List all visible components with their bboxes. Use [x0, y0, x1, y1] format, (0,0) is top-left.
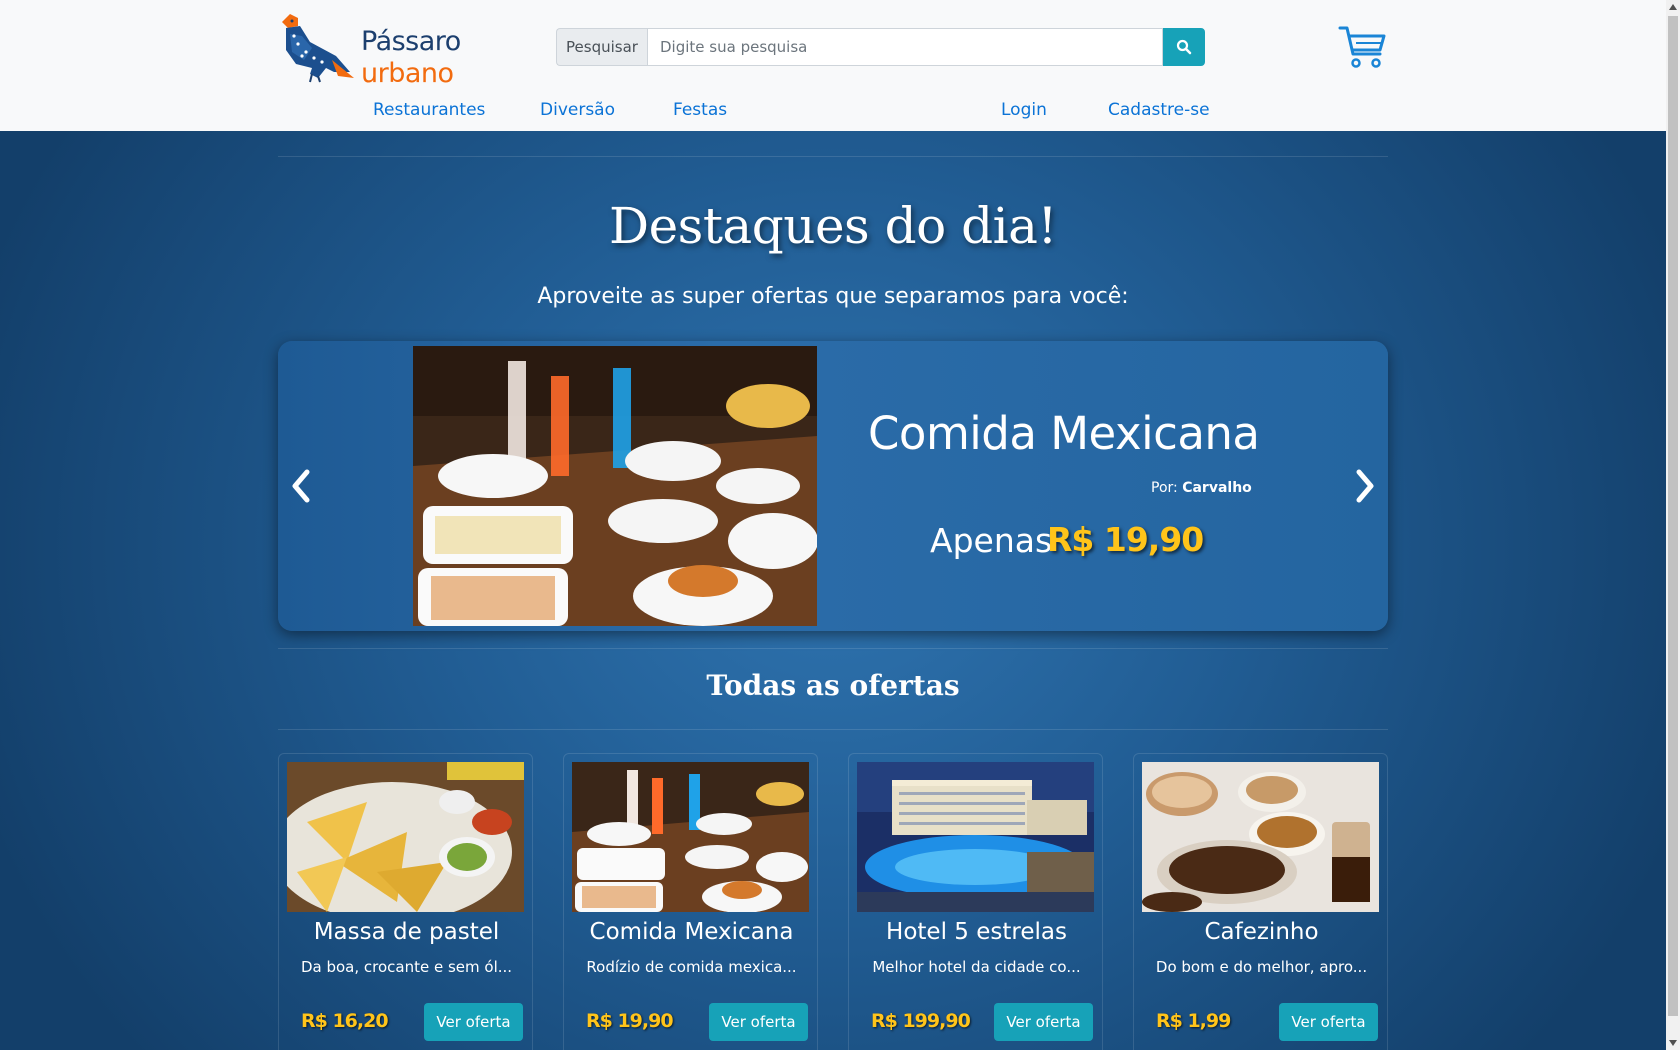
- offer-title: Comida Mexicana: [589, 919, 794, 945]
- offer-image[interactable]: [1142, 762, 1379, 912]
- search-label: Pesquisar: [556, 28, 647, 66]
- nav-festas[interactable]: Festas: [673, 100, 727, 120]
- carousel-author: Por: Carvalho: [1151, 480, 1252, 496]
- brand-logo[interactable]: Pássaro urbano: [276, 12, 476, 89]
- nav-cadastro[interactable]: Cadastre-se: [1108, 100, 1210, 120]
- header: Pássaro urbano Pesquisar Restaurantes Di…: [0, 0, 1666, 131]
- offer-image[interactable]: [287, 762, 524, 912]
- carousel-author-label: Por:: [1151, 480, 1178, 496]
- offer-title: Massa de pastel: [313, 919, 500, 945]
- brand-name-line1: Pássaro: [361, 26, 461, 57]
- main-content: Destaques do dia! Aproveite as super ofe…: [0, 131, 1666, 1050]
- coffee-image: [1142, 762, 1379, 912]
- offer-description: Do bom e do melhor, apro...: [1155, 958, 1368, 976]
- mexican-food-image: [572, 762, 809, 912]
- carousel-prev-button[interactable]: [286, 466, 316, 506]
- offer-description: Rodízio de comida mexica...: [586, 958, 797, 976]
- all-offers-title: Todas as ofertas: [706, 669, 960, 702]
- offer-price: R$ 199,90: [871, 1010, 971, 1032]
- divider: [278, 156, 1388, 157]
- carousel-next-button[interactable]: [1350, 466, 1380, 506]
- carousel-image[interactable]: [413, 346, 817, 626]
- search-input[interactable]: [647, 28, 1163, 66]
- mexican-food-image: [413, 346, 817, 626]
- offer-card: Comida Mexicana Rodízio de comida mexica…: [563, 753, 818, 1050]
- divider: [278, 648, 1388, 649]
- offer-card: Cafezinho Do bom e do melhor, apro... R$…: [1133, 753, 1388, 1050]
- offer-title: Cafezinho: [1204, 919, 1319, 945]
- chevron-right-icon: [1356, 469, 1374, 503]
- cart-icon: [1338, 26, 1386, 68]
- carousel-price-label: Apenas: [930, 521, 1053, 560]
- search-button[interactable]: [1163, 28, 1205, 66]
- offer-price: R$ 19,90: [586, 1010, 674, 1032]
- scroll-down-icon[interactable]: [1666, 1036, 1680, 1050]
- search-bar: Pesquisar: [556, 28, 1205, 66]
- hero-subtitle: Aproveite as super ofertas que separamos…: [537, 284, 1129, 309]
- offer-price: R$ 1,99: [1156, 1010, 1231, 1032]
- page-scrollbar[interactable]: [1666, 0, 1680, 1050]
- offer-image[interactable]: [857, 762, 1094, 912]
- brand-name-line2: urbano: [361, 58, 454, 89]
- view-offer-button[interactable]: Ver oferta: [994, 1003, 1093, 1041]
- offer-description: Da boa, crocante e sem ól...: [300, 958, 513, 976]
- view-offer-button[interactable]: Ver oferta: [709, 1003, 808, 1041]
- carousel-price: R$ 19,90: [1047, 520, 1204, 559]
- divider: [278, 729, 1388, 730]
- offer-description: Melhor hotel da cidade co...: [872, 958, 1081, 976]
- carousel-author-name: Carvalho: [1182, 480, 1252, 496]
- hero-title: Destaques do dia!: [609, 197, 1058, 255]
- offer-title: Hotel 5 estrelas: [886, 919, 1067, 945]
- offer-card: Hotel 5 estrelas Melhor hotel da cidade …: [848, 753, 1103, 1050]
- search-icon: [1176, 39, 1192, 55]
- bird-logo-icon: [282, 14, 354, 83]
- offer-price: R$ 16,20: [301, 1010, 389, 1032]
- nav-login[interactable]: Login: [1001, 100, 1047, 120]
- scroll-up-icon[interactable]: [1666, 0, 1680, 14]
- view-offer-button[interactable]: Ver oferta: [1279, 1003, 1378, 1041]
- view-offer-button[interactable]: Ver oferta: [424, 1003, 523, 1041]
- offer-card: Massa de pastel Da boa, crocante e sem ó…: [278, 753, 533, 1050]
- chevron-left-icon: [292, 469, 310, 503]
- nachos-image: [287, 762, 524, 912]
- hotel-image: [857, 762, 1094, 912]
- featured-carousel: Comida Mexicana Por: Carvalho Apenas R$ …: [278, 341, 1388, 631]
- scroll-thumb[interactable]: [1668, 16, 1678, 1016]
- nav-restaurantes[interactable]: Restaurantes: [373, 100, 485, 120]
- cart-button[interactable]: [1338, 24, 1388, 70]
- nav-diversao[interactable]: Diversão: [540, 100, 615, 120]
- carousel-title: Comida Mexicana: [868, 407, 1260, 460]
- offer-image[interactable]: [572, 762, 809, 912]
